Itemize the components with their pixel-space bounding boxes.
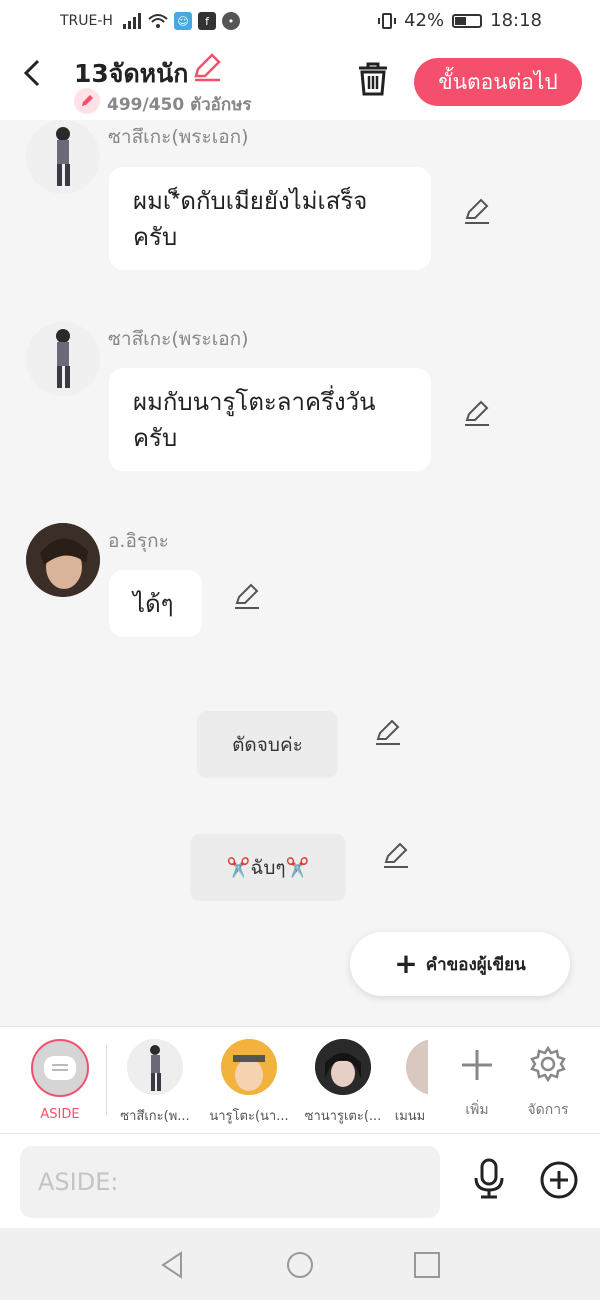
back-button[interactable] <box>22 58 42 94</box>
character-naruto[interactable]: นารูโตะ(นา... <box>204 1039 294 1126</box>
manage-characters-button[interactable]: จัดการ <box>518 1039 578 1121</box>
edit-pencil-icon[interactable] <box>232 581 262 611</box>
add-circle-icon[interactable] <box>539 1160 579 1200</box>
aside-icon <box>31 1039 89 1097</box>
character-aside[interactable]: ASIDE <box>28 1039 92 1122</box>
plus-icon <box>462 1050 492 1080</box>
recents-square-icon[interactable] <box>412 1250 442 1280</box>
facebook-icon: f <box>198 12 216 30</box>
author-note-label: คำของผู้เขียน <box>425 954 526 975</box>
edit-title-icon[interactable] <box>192 52 222 82</box>
edit-pencil-icon[interactable] <box>462 398 492 428</box>
plus-icon: + <box>394 947 418 980</box>
character-name: เมนม <box>394 1109 426 1124</box>
edit-pencil-icon[interactable] <box>381 840 411 870</box>
character-counter: 499/450 ตัวอักษร <box>107 95 252 115</box>
clock: 18:18 <box>490 10 542 31</box>
character-name: ซานารูเตะ(... <box>304 1109 382 1124</box>
add-character-button[interactable]: เพิ่ม <box>447 1039 507 1121</box>
avatar <box>315 1039 371 1095</box>
edit-pencil-icon[interactable] <box>462 196 492 226</box>
character-third[interactable]: ซานารูเตะ(... <box>298 1039 388 1126</box>
sender-name: ซาสึเกะ(พระเอก) <box>108 126 249 148</box>
status-icons: ☺ f • <box>122 12 240 30</box>
character-sasuke[interactable]: ซาสึเกะ(พ... <box>110 1039 200 1126</box>
author-note-button[interactable]: + คำของผู้เขียน <box>350 932 570 996</box>
avatar <box>221 1039 277 1095</box>
status-right: 42% 18:18 <box>378 10 542 31</box>
line-icon: • <box>222 12 240 30</box>
trash-icon[interactable] <box>356 60 390 96</box>
back-triangle-icon[interactable] <box>157 1250 187 1280</box>
editor-header: 13จัดหนัก 499/450 ตัวอักษร ขั้นตอนต่อไป <box>0 44 600 120</box>
status-bar: TRUE-H ☺ f • 42% 18:18 <box>0 0 600 44</box>
narration-bubble[interactable]: ตัดจบค่ะ <box>197 711 338 778</box>
character-selector: ASIDE ซาสึเกะ(พ... นารูโตะ(นา... ซานารูเ… <box>0 1026 600 1134</box>
character-name: นารูโตะ(นา... <box>209 1109 289 1124</box>
message-bubble[interactable]: ได้ๆ <box>109 570 202 637</box>
battery-percent: 42% <box>404 10 445 31</box>
sender-name: อ.อิรุกะ <box>108 530 169 552</box>
system-nav-bar <box>0 1228 600 1300</box>
divider <box>106 1045 107 1115</box>
message-input[interactable] <box>20 1146 440 1218</box>
character-name: ซาสึเกะ(พ... <box>120 1109 190 1124</box>
app-notification-icon: ☺ <box>174 12 192 30</box>
signal-icon <box>123 13 141 29</box>
microphone-icon[interactable] <box>470 1158 508 1200</box>
message-bubble[interactable]: ผมเ*็ดกับเมียยังไม่เสร็จครับ <box>109 167 431 270</box>
character-count-icon <box>74 88 100 114</box>
avatar <box>406 1039 428 1095</box>
next-step-button[interactable]: ขั้นตอนต่อไป <box>414 58 582 106</box>
avatar <box>127 1039 183 1095</box>
home-circle-icon[interactable] <box>285 1250 315 1280</box>
avatar-sasuke[interactable] <box>26 120 100 194</box>
gear-icon <box>530 1045 566 1083</box>
vibrate-icon <box>378 12 397 29</box>
chevron-left-icon <box>23 59 40 87</box>
message-bubble[interactable]: ผมกับนารูโตะลาครึ่งวันครับ <box>109 368 431 471</box>
carrier-label: TRUE-H <box>60 13 113 29</box>
add-label: เพิ่ม <box>465 1102 489 1118</box>
narration-bubble[interactable]: ✂️ฉับๆ✂️ <box>190 834 346 901</box>
character-name: ASIDE <box>40 1107 80 1122</box>
battery-icon <box>452 13 483 28</box>
edit-pencil-icon[interactable] <box>373 717 403 747</box>
character-fourth[interactable]: เมนม <box>392 1039 428 1126</box>
wifi-icon <box>148 14 168 28</box>
composer <box>0 1134 600 1228</box>
manage-label: จัดการ <box>527 1102 569 1118</box>
avatar-sasuke[interactable] <box>26 322 100 396</box>
sender-name: ซาสึเกะ(พระเอก) <box>108 328 249 350</box>
avatar-iruka[interactable] <box>26 523 100 597</box>
